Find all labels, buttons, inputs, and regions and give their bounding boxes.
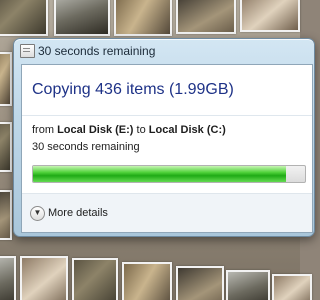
photo-thumbnail [0,122,12,172]
title-bar[interactable]: 30 seconds remaining [14,39,314,63]
photo-thumbnail [0,256,16,300]
window-title: 30 seconds remaining [38,44,156,58]
photo-thumbnail [240,0,300,32]
photo-thumbnail [0,190,12,240]
dialog-footer: ▼ More details [22,193,312,232]
more-details-label: More details [48,207,108,219]
copy-progress-dialog: 30 seconds remaining Copying 436 items (… [13,38,315,237]
more-details-button[interactable]: ▼ More details [30,205,108,221]
copy-window-icon [20,44,35,58]
photo-thumbnail [272,274,312,300]
photo-thumbnail [226,270,270,300]
photo-thumbnail [176,0,236,34]
heading-separator [22,115,312,116]
progress-bar-fill [33,166,286,182]
photo-thumbnail [54,0,110,36]
copy-progress-bar [32,165,306,183]
photo-thumbnail [114,0,172,36]
photo-thumbnail [72,258,118,300]
source-drive-link[interactable]: Local Disk (E:) [57,124,133,136]
copy-heading: Copying 436 items (1.99GB) [32,81,234,98]
from-prefix: from [32,124,58,136]
destination-drive-link[interactable]: Local Disk (C:) [149,124,226,136]
dialog-content: Copying 436 items (1.99GB) from Local Di… [21,64,313,233]
chevron-down-icon: ▼ [30,205,45,221]
photo-thumbnail [122,262,172,300]
photo-thumbnail [176,266,224,300]
time-remaining-text: 30 seconds remaining [32,141,140,153]
photo-thumbnail [0,52,12,106]
photo-thumbnail [20,256,68,300]
to-word: to [133,124,149,136]
copy-route-text: from Local Disk (E:) to Local Disk (C:) [32,124,226,136]
photo-thumbnail [0,0,48,36]
